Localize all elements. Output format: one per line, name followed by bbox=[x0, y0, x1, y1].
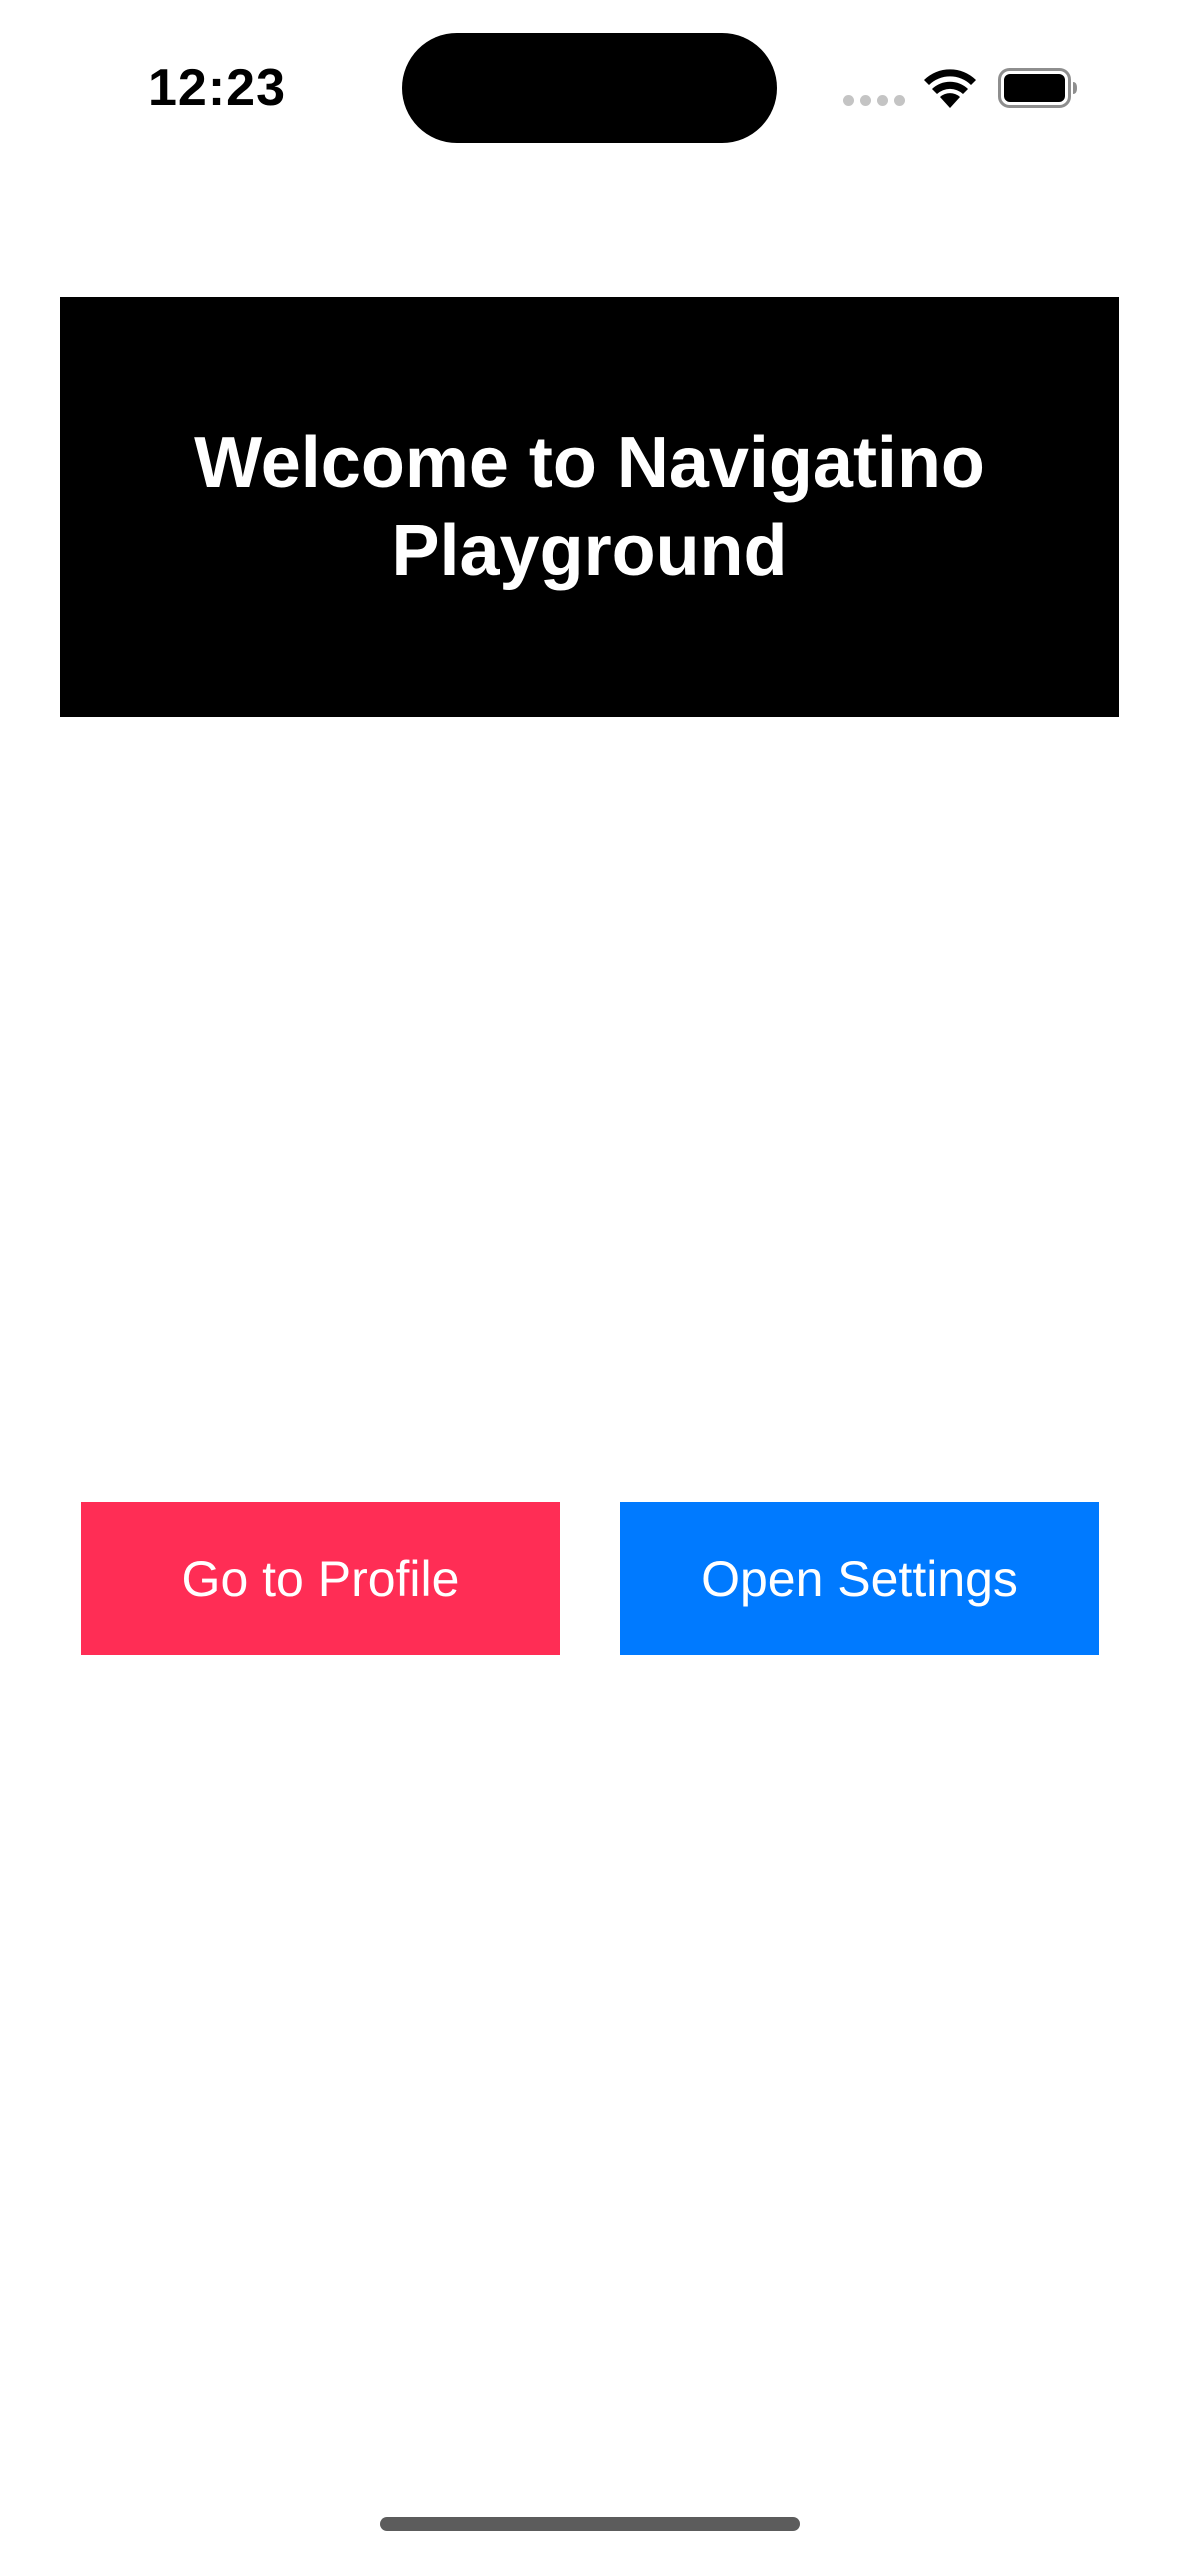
welcome-banner: Welcome to Navigatino Playground bbox=[60, 297, 1119, 717]
go-to-profile-button[interactable]: Go to Profile bbox=[81, 1502, 560, 1655]
battery-icon bbox=[998, 68, 1077, 108]
open-settings-button[interactable]: Open Settings bbox=[620, 1502, 1099, 1655]
page-title: Welcome to Navigatino Playground bbox=[194, 423, 985, 591]
dynamic-island bbox=[402, 33, 777, 143]
cellular-signal-icon bbox=[843, 95, 905, 107]
home-indicator[interactable] bbox=[380, 2517, 800, 2531]
status-time: 12:23 bbox=[148, 59, 286, 117]
wifi-icon bbox=[924, 69, 976, 108]
app-screen: 12:23 Welcome to Navigatino Playground G… bbox=[0, 0, 1179, 2556]
